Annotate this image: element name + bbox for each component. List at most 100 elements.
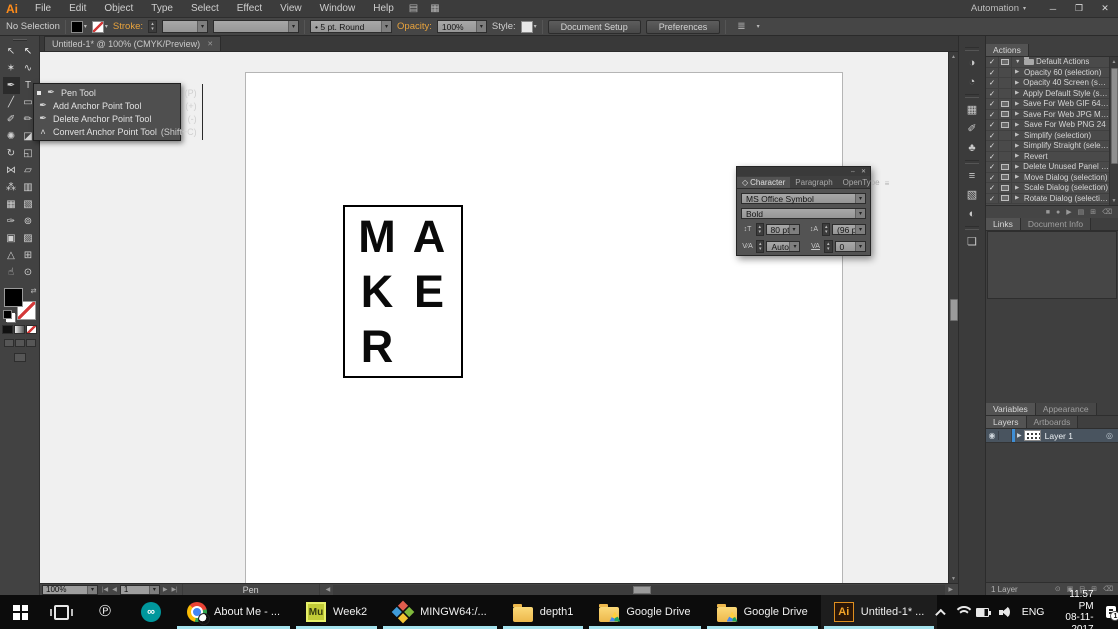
font-size-stepper[interactable]: ▴ ▾ <box>756 223 764 236</box>
fill-color-control[interactable]: ▾ <box>70 20 87 33</box>
menu-item[interactable]: Type <box>142 3 182 14</box>
action-checkbox[interactable]: ✓ <box>986 172 999 182</box>
expand-arrow-icon[interactable]: ▶ <box>1015 164 1021 170</box>
flyout-menu-item[interactable]: ✒ Add Anchor Point Tool (+) <box>34 99 202 112</box>
stroke-color-control[interactable]: ▾ <box>91 20 108 33</box>
flyout-tearoff-strip[interactable] <box>201 84 203 140</box>
tab-links[interactable]: Document Info <box>1020 218 1092 230</box>
draw-normal-button[interactable] <box>3 339 14 347</box>
hand-tool[interactable]: ☝ <box>3 264 20 281</box>
kerning-select[interactable]: Auto ▾ <box>766 241 801 252</box>
leading-stepper[interactable]: ▴ ▾ <box>822 223 831 236</box>
tab-actions[interactable]: Actions <box>986 44 1029 56</box>
menu-item[interactable]: Object <box>95 3 142 14</box>
rotate-tool[interactable]: ↻ <box>3 145 20 162</box>
scroll-up-icon[interactable]: ▲ <box>951 52 956 61</box>
language-indicator[interactable]: ENG <box>1022 606 1045 618</box>
swatches-icon[interactable]: ▦ <box>962 94 982 119</box>
action-dialog-cell[interactable] <box>999 120 1012 130</box>
close-tab-icon[interactable]: ✕ <box>207 40 213 48</box>
artboard[interactable] <box>245 72 843 583</box>
expand-arrow-icon[interactable]: ▶ <box>1015 101 1021 107</box>
maker-artwork[interactable]: MAKER <box>343 205 463 378</box>
screen-mode-button[interactable] <box>13 353 26 362</box>
action-row[interactable]: ✓ ▶ Revert <box>986 151 1109 162</box>
volume-icon[interactable] <box>998 606 1012 618</box>
action-checkbox[interactable]: ✓ <box>986 151 999 161</box>
control-panel-extra-icon[interactable]: ≣ <box>731 21 751 32</box>
menu-item[interactable]: Effect <box>228 3 271 14</box>
action-checkbox[interactable]: ✓ <box>986 99 999 109</box>
character-panel-tab[interactable]: OpenType <box>838 177 885 188</box>
bridge-icon[interactable]: ▤ <box>403 3 424 14</box>
character-panel-tab[interactable]: Paragraph <box>790 177 837 188</box>
menu-item[interactable]: File <box>26 3 60 14</box>
color-guide-icon[interactable]: ◔ <box>962 72 982 91</box>
delete-layer-icon[interactable]: ⌫ <box>1103 585 1113 593</box>
stroke-weight-field[interactable]: ▾ <box>162 20 209 33</box>
google-drive-app-2[interactable]: Google Drive <box>704 595 821 629</box>
action-row[interactable]: ✓ ▼ Default Actions <box>986 57 1109 68</box>
expand-arrow-icon[interactable]: ▶ <box>1015 174 1022 180</box>
delete-action-icon[interactable]: ⌫ <box>1102 208 1112 216</box>
expand-arrow-icon[interactable]: ▶ <box>1015 122 1022 128</box>
free-transform-tool[interactable]: ▱ <box>20 162 37 179</box>
action-row[interactable]: ✓ ▶ Opacity 60 (selection) <box>986 67 1109 78</box>
last-artboard-button[interactable]: ▶| <box>170 586 178 593</box>
action-dialog-cell[interactable] <box>999 172 1012 182</box>
layer-expand-icon[interactable]: ▶ <box>1015 432 1024 439</box>
layer-visibility-icon[interactable]: ◉ <box>986 431 999 440</box>
task-view-button[interactable] <box>41 595 82 629</box>
stop-icon[interactable]: ■ <box>1046 209 1050 216</box>
tracking-stepper[interactable]: ▴ ▾ <box>824 240 833 253</box>
expand-arrow-icon[interactable]: ▶ <box>1015 132 1022 138</box>
column-graph-tool[interactable]: ▥ <box>20 179 37 196</box>
menu-item[interactable]: Select <box>182 3 228 14</box>
tools-drag-handle[interactable] <box>0 36 39 43</box>
mingw-terminal-app[interactable]: MINGW64:/... <box>380 595 500 629</box>
perspective-grid-tool[interactable]: △ <box>3 247 20 264</box>
mesh-tool[interactable]: ▦ <box>3 196 20 213</box>
battery-icon[interactable] <box>976 607 991 617</box>
illustrator-app[interactable]: Ai Untitled-1* ... <box>820 595 938 629</box>
blob-brush-tool[interactable]: ✺ <box>3 128 20 145</box>
action-row[interactable]: ✓ ▶ Save For Web PNG 24 <box>986 120 1109 131</box>
new-action-icon[interactable]: ⊞ <box>1090 208 1096 216</box>
leading-select[interactable]: (96 pt) ▾ <box>832 224 867 235</box>
prev-artboard-button[interactable]: ◀ <box>111 586 118 593</box>
none-button[interactable] <box>26 325 37 334</box>
tab-variables[interactable]: Variables <box>986 403 1036 415</box>
stroke-weight-label[interactable]: Stroke: <box>113 21 143 32</box>
action-dialog-cell[interactable] <box>999 162 1012 172</box>
live-paint-selection-tool[interactable]: ▨ <box>20 230 37 247</box>
next-artboard-button[interactable]: ▶ <box>162 586 169 593</box>
preferences-button[interactable]: Preferences <box>645 19 721 34</box>
blend-tool[interactable]: ⊚ <box>20 213 37 230</box>
draw-inside-button[interactable] <box>25 339 36 347</box>
brush-definition-select[interactable]: • 5 pt. Round ▾ <box>310 20 393 33</box>
zoom-tool[interactable]: ⊙ <box>20 264 37 281</box>
selection-tool[interactable]: ↖ <box>3 43 20 60</box>
arrange-documents-icon[interactable]: ▦ <box>424 3 445 14</box>
width-tool[interactable]: ⋈ <box>3 162 20 179</box>
action-row[interactable]: ✓ ▶ Simplify Straight (selection) <box>986 141 1109 152</box>
expand-arrow-icon[interactable]: ▼ <box>1015 59 1022 65</box>
action-dialog-cell[interactable] <box>999 183 1012 193</box>
panel-menu-icon[interactable]: ≡ <box>885 179 894 188</box>
scroll-down-icon[interactable]: ▼ <box>951 574 956 583</box>
document-setup-button[interactable]: Document Setup <box>547 19 641 34</box>
action-checkbox[interactable]: ✓ <box>986 141 999 151</box>
google-drive-app-1[interactable]: Google Drive <box>586 595 703 629</box>
action-checkbox[interactable]: ✓ <box>986 120 999 130</box>
eyedropper-tool[interactable]: ✑ <box>3 213 20 230</box>
font-style-select[interactable]: Bold ▾ <box>741 208 866 219</box>
menu-item[interactable]: Edit <box>60 3 95 14</box>
live-paint-bucket-tool[interactable]: ▣ <box>3 230 20 247</box>
line-segment-tool[interactable]: ╱ <box>3 94 20 111</box>
action-row[interactable]: ✓ ▶ Save For Web GIF 64 Dith... <box>986 99 1109 110</box>
action-dialog-cell[interactable] <box>999 151 1012 161</box>
actions-scroll-thumb[interactable] <box>1110 68 1118 164</box>
tab-links[interactable]: Links <box>986 218 1021 230</box>
action-row[interactable]: ✓ ▶ Delete Unused Panel Items <box>986 162 1109 173</box>
horizontal-scroll-thumb[interactable] <box>633 585 652 594</box>
